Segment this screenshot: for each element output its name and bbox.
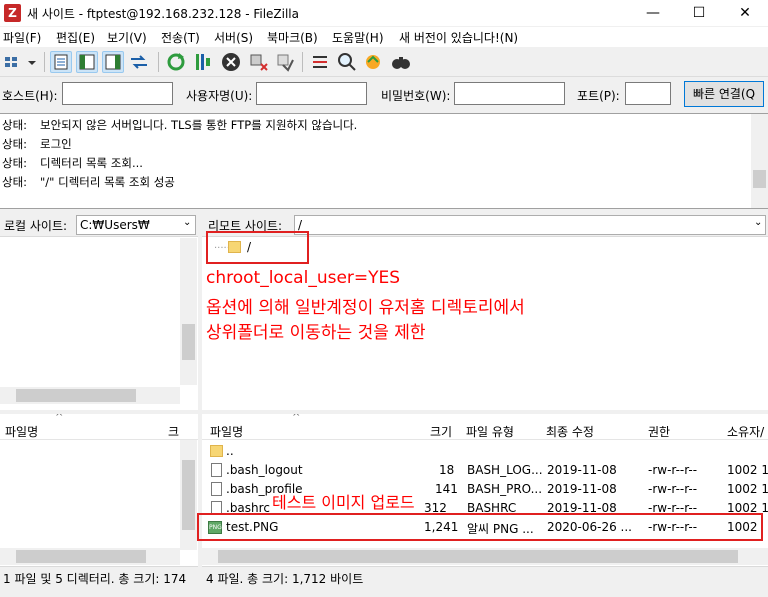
remote-path-input[interactable]: / bbox=[294, 215, 766, 235]
filezilla-logo-icon: Z bbox=[4, 4, 21, 22]
log-line: 상태: 로그인 bbox=[2, 137, 72, 151]
annotation-text: 옵션에 의해 일반계정이 유저홈 디렉토리에서 bbox=[206, 298, 525, 318]
document-icon bbox=[211, 482, 222, 496]
window-title: 새 사이트 - ftptest@192.168.232.128 - FileZi… bbox=[27, 7, 299, 21]
host-input[interactable] bbox=[62, 82, 173, 105]
annotation-highlight-box bbox=[197, 513, 763, 541]
transfer-queue-icon[interactable] bbox=[128, 51, 150, 73]
remote-col-owner[interactable]: 소유자/ bbox=[727, 423, 764, 440]
log-line: 상태: "/" 디렉터리 목록 조회 성공 bbox=[2, 175, 175, 189]
annotation-highlight-box bbox=[206, 231, 309, 264]
menu-bar: 파일(F) 편집(E) 보기(V) 전송(T) 서버(S) 북마크(B) 도움말… bbox=[0, 27, 768, 47]
local-file-list: 파일명 ^ 크 bbox=[0, 412, 198, 568]
cancel-icon[interactable] bbox=[220, 51, 242, 73]
username-input[interactable] bbox=[256, 82, 367, 105]
document-icon bbox=[211, 463, 222, 477]
local-col-name[interactable]: 파일명 bbox=[5, 423, 38, 440]
password-input[interactable] bbox=[454, 82, 565, 105]
port-label: 포트(P): bbox=[577, 89, 620, 103]
log-scrollbar[interactable] bbox=[751, 114, 768, 208]
remote-status: 4 파일. 총 크기: 1,712 바이트 bbox=[202, 566, 768, 588]
menu-bookmarks[interactable]: 북마크(B) bbox=[267, 29, 318, 46]
log-line: 상태: 보안되지 않은 서버입니다. TLS를 통한 FTP를 지원하지 않습니다… bbox=[2, 118, 358, 132]
folder-icon bbox=[210, 445, 223, 457]
quickconnect-button[interactable]: 빠른 연결(Q bbox=[684, 81, 764, 107]
local-tree-scrollbar[interactable] bbox=[180, 238, 197, 385]
maximize-button[interactable]: ☐ bbox=[676, 0, 722, 26]
local-list-hscrollbar[interactable] bbox=[0, 548, 180, 565]
toggle-remote-tree-icon[interactable] bbox=[102, 51, 124, 73]
remote-list-hscrollbar[interactable] bbox=[202, 548, 768, 565]
menu-transfer[interactable]: 전송(T) bbox=[161, 29, 200, 46]
remote-col-modified[interactable]: 최종 수정 bbox=[546, 423, 594, 440]
horizontal-splitter[interactable] bbox=[0, 410, 768, 414]
table-row[interactable]: .. bbox=[202, 442, 762, 461]
minimize-button[interactable]: — bbox=[630, 0, 676, 26]
title-bar: Z 새 사이트 - ftptest@192.168.232.128 - File… bbox=[0, 0, 768, 26]
local-tree-hscrollbar[interactable] bbox=[0, 387, 180, 404]
message-log: 상태: 보안되지 않은 서버입니다. TLS를 통한 FTP를 지원하지 않습니다… bbox=[0, 113, 768, 209]
menu-server[interactable]: 서버(S) bbox=[214, 29, 253, 46]
menu-edit[interactable]: 편집(E) bbox=[56, 29, 95, 46]
annotation-text: 테스트 이미지 업로드 bbox=[272, 493, 415, 512]
toolbar bbox=[0, 47, 768, 77]
reconnect-icon[interactable] bbox=[274, 51, 296, 73]
username-label: 사용자명(U): bbox=[186, 89, 253, 103]
process-queue-icon[interactable] bbox=[192, 51, 214, 73]
menu-help[interactable]: 도움말(H) bbox=[332, 29, 384, 46]
log-line: 상태: 디렉터리 목록 조회... bbox=[2, 156, 143, 170]
toggle-local-tree-icon[interactable] bbox=[76, 51, 98, 73]
quickconnect-bar: 호스트(H): 사용자명(U): 비밀번호(W): 포트(P): 빠른 연결(Q bbox=[0, 78, 768, 112]
host-label: 호스트(H): bbox=[2, 89, 58, 103]
local-list-scrollbar[interactable] bbox=[180, 440, 197, 550]
chevron-down-icon[interactable]: ⌄ bbox=[183, 217, 191, 228]
chevron-down-icon[interactable] bbox=[25, 51, 39, 73]
directory-comparison-icon[interactable] bbox=[362, 51, 384, 73]
menu-view[interactable]: 보기(V) bbox=[107, 29, 147, 46]
menu-new-version[interactable]: 새 버전이 있습니다!(N) bbox=[399, 29, 518, 46]
local-status: 1 파일 및 5 디렉터리. 총 크기: 174 bbox=[0, 566, 198, 588]
toggle-log-icon[interactable] bbox=[50, 51, 72, 73]
remote-col-permissions[interactable]: 권한 bbox=[648, 423, 670, 440]
table-row[interactable]: .bash_logout 18 BASH_LOG... 2019-11-08 -… bbox=[202, 461, 768, 480]
remote-col-type[interactable]: 파일 유형 bbox=[466, 423, 514, 440]
port-input[interactable] bbox=[625, 82, 671, 105]
local-site-label: 로컬 사이트: bbox=[4, 219, 68, 233]
annotation-text: chroot_local_user=YES bbox=[206, 268, 401, 288]
refresh-icon[interactable] bbox=[165, 51, 187, 73]
search-files-icon[interactable] bbox=[390, 51, 412, 73]
remote-col-size[interactable]: 크기 bbox=[430, 423, 452, 440]
annotation-text: 상위폴더로 이동하는 것을 제한 bbox=[206, 323, 426, 343]
local-col-size[interactable]: 크 bbox=[168, 423, 179, 440]
synchronized-browsing-icon[interactable] bbox=[336, 51, 358, 73]
chevron-down-icon[interactable]: ⌄ bbox=[754, 217, 762, 228]
password-label: 비밀번호(W): bbox=[381, 89, 451, 103]
disconnect-icon[interactable] bbox=[248, 51, 270, 73]
directory-listing-filters-icon[interactable] bbox=[309, 51, 331, 73]
remote-col-name[interactable]: 파일명 bbox=[210, 423, 243, 440]
menu-file[interactable]: 파일(F) bbox=[3, 29, 41, 46]
close-button[interactable]: ✕ bbox=[722, 0, 768, 26]
local-tree-pane: 로컬 사이트: C:₩Users₩ ⌄ bbox=[0, 213, 198, 410]
site-manager-icon[interactable] bbox=[3, 51, 25, 73]
local-path-input[interactable]: C:₩Users₩ bbox=[76, 215, 196, 235]
